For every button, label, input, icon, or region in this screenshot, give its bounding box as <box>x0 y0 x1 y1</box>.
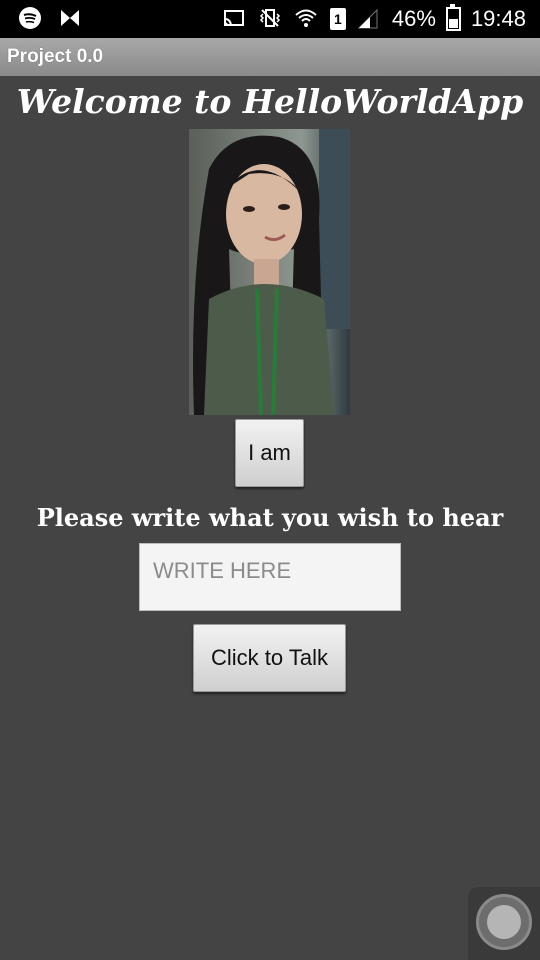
spotify-icon <box>18 6 44 32</box>
battery-icon <box>445 4 461 31</box>
assistive-touch-button[interactable] <box>476 894 532 950</box>
floating-assistant-area <box>468 887 540 960</box>
i-am-button[interactable]: I am <box>235 419 304 487</box>
profile-photo <box>189 129 350 415</box>
wifi-icon <box>294 6 320 32</box>
notification-icon <box>58 6 84 32</box>
input-placeholder: WRITE HERE <box>153 558 292 583</box>
status-left <box>18 6 84 32</box>
speech-text-input[interactable]: WRITE HERE <box>139 543 401 611</box>
app-title: Project 0.0 <box>7 46 104 67</box>
signal-icon <box>356 6 382 32</box>
click-to-talk-button[interactable]: Click to Talk <box>193 624 346 692</box>
clock: 19:48 <box>470 6 526 31</box>
status-bar: 1 46% 19:48 <box>0 0 540 38</box>
status-right: 1 46% 19:48 <box>222 4 526 32</box>
vibrate-icon <box>258 6 284 32</box>
sim-icon: 1 <box>329 8 346 30</box>
welcome-heading: Welcome to HelloWorldApp <box>16 82 524 121</box>
app-title-bar: Project 0.0 <box>0 38 540 76</box>
prompt-label: Please write what you wish to hear <box>36 503 504 532</box>
battery-fill <box>448 18 458 28</box>
battery-percent: 46% <box>391 6 436 31</box>
cast-icon <box>222 6 248 32</box>
